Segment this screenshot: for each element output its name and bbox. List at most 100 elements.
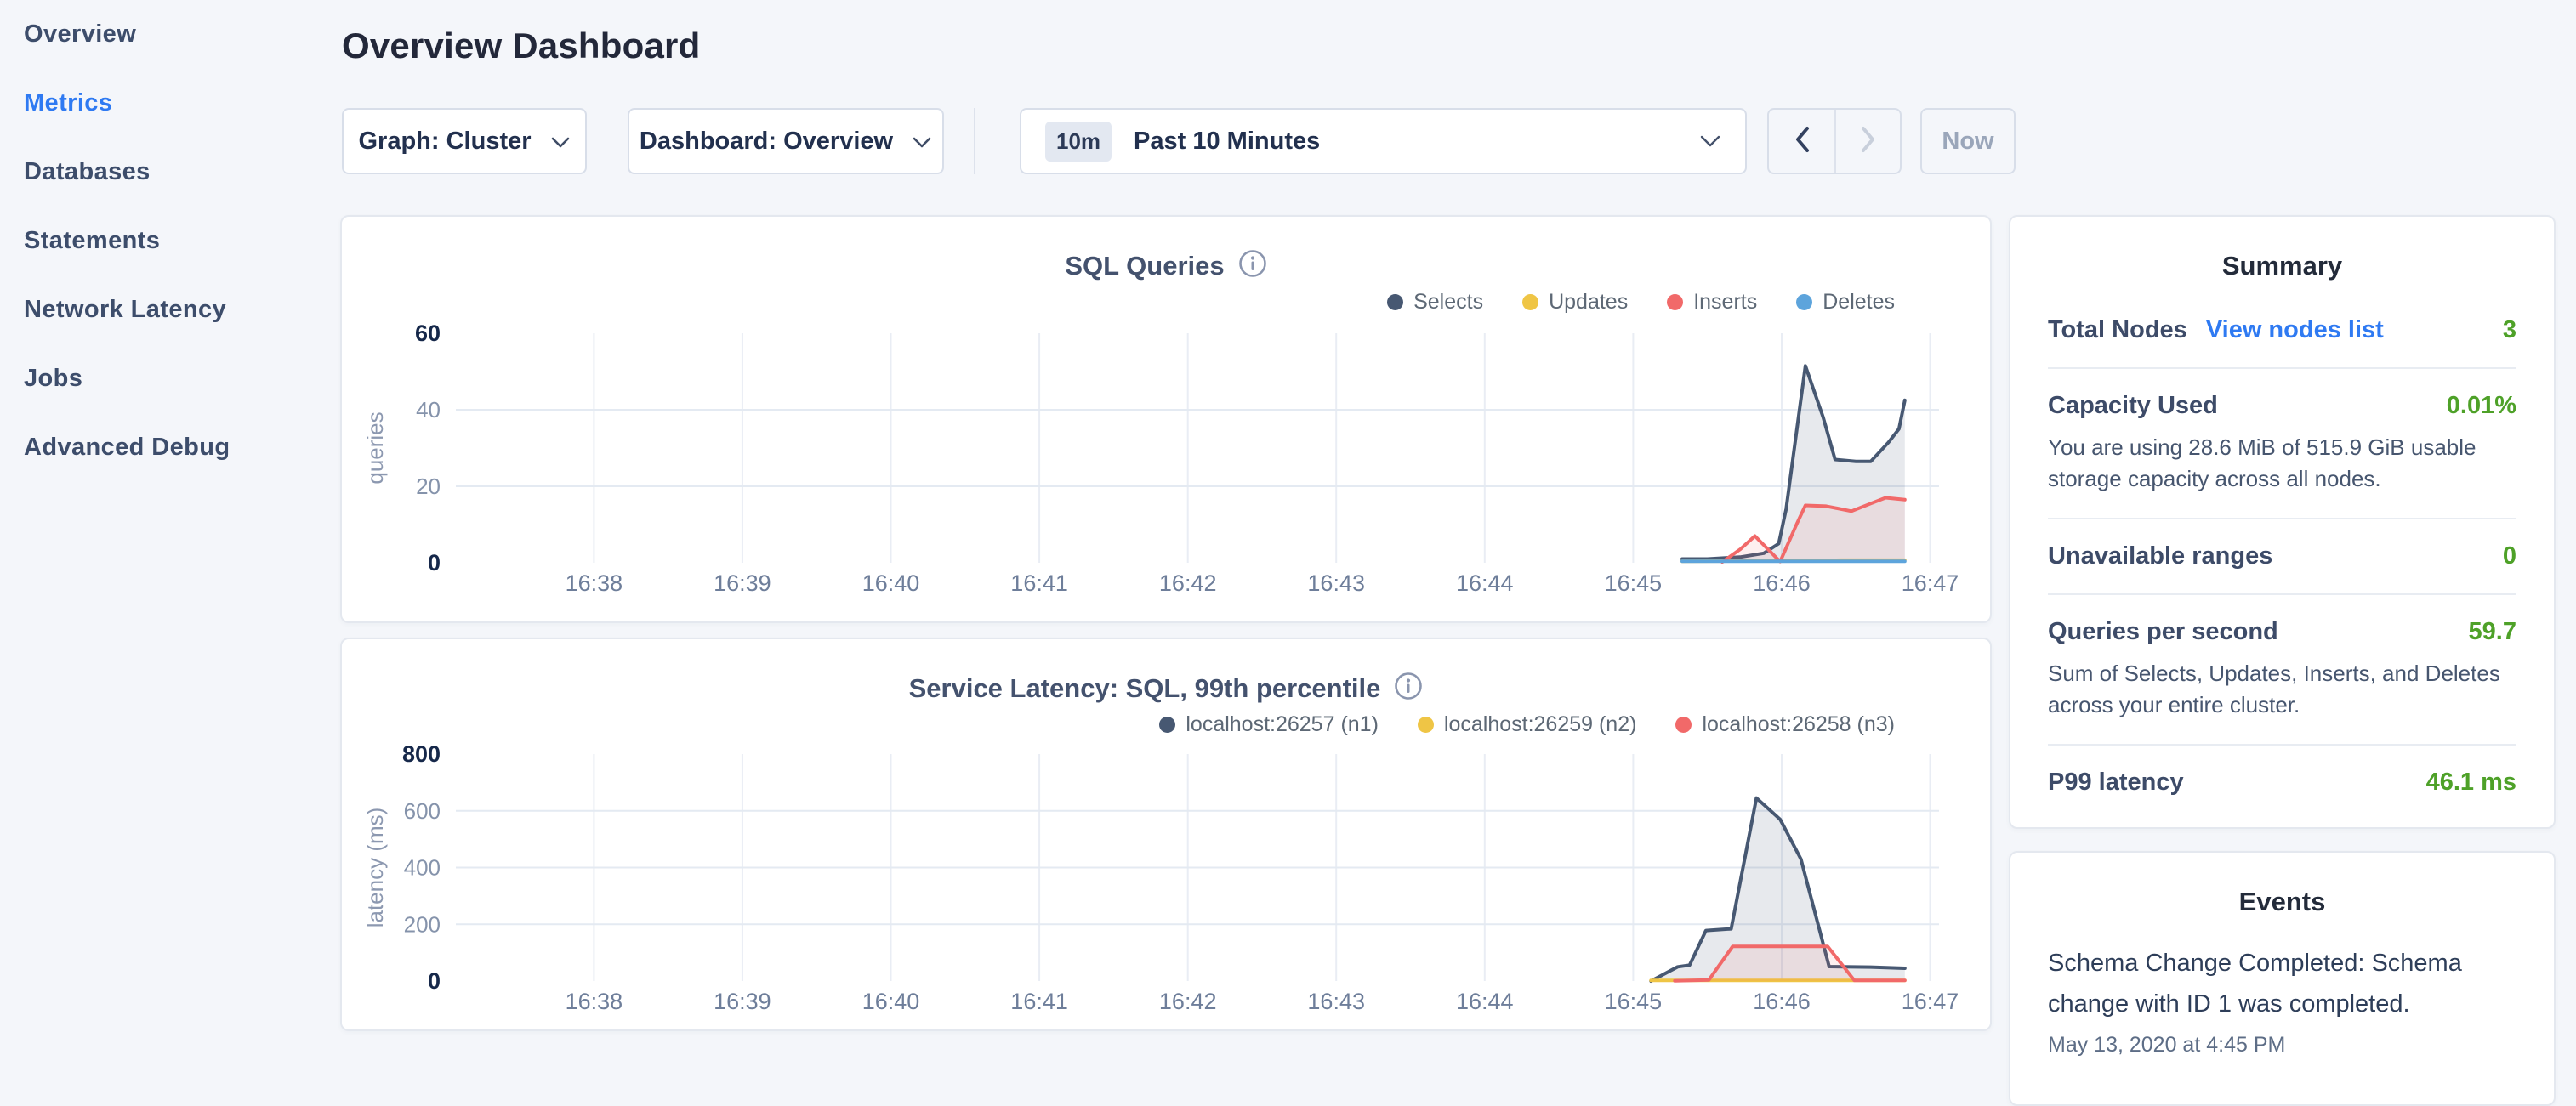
legend-item[interactable]: Updates <box>1522 290 1628 315</box>
time-range-label: Past 10 Minutes <box>1134 128 1320 156</box>
summary-row-label: Capacity Used <box>2048 392 2218 420</box>
grid <box>456 333 1939 563</box>
summary-row-label: Queries per second <box>2048 618 2278 646</box>
legend-item[interactable]: Deletes <box>1796 290 1895 315</box>
series <box>1682 366 1905 563</box>
svg-text:16:47: 16:47 <box>1902 989 1959 1014</box>
info-icon[interactable] <box>1394 672 1423 705</box>
series-area <box>1722 498 1905 564</box>
svg-text:0: 0 <box>428 968 441 994</box>
time-range-badge: 10m <box>1045 122 1112 162</box>
axis-labels: 16:3816:3916:4016:4116:4216:4316:4416:45… <box>362 320 1959 596</box>
time-back-button[interactable] <box>1769 110 1834 173</box>
summary-row-description: You are using 28.6 MiB of 515.9 GiB usab… <box>2048 432 2516 495</box>
sidebar: OverviewMetricsDatabasesStatementsNetwor… <box>0 0 340 1051</box>
time-pager <box>1767 108 1902 174</box>
legend-dot-icon <box>1159 717 1175 733</box>
chevron-down-icon <box>1699 134 1721 148</box>
chart-title: SQL Queries <box>1065 251 1224 281</box>
now-button[interactable]: Now <box>1920 108 2016 174</box>
info-icon[interactable] <box>1238 249 1267 282</box>
summary-row: Queries per second 59.7 Sum of Selects, Up… <box>2048 593 2516 744</box>
svg-text:400: 400 <box>404 855 441 881</box>
event-timestamp: May 13, 2020 at 4:45 PM <box>2048 1033 2516 1058</box>
svg-text:16:39: 16:39 <box>714 570 771 596</box>
svg-text:16:41: 16:41 <box>1010 989 1068 1014</box>
svg-text:16:38: 16:38 <box>566 570 623 596</box>
svg-text:0: 0 <box>428 550 441 576</box>
svg-text:40: 40 <box>416 397 441 423</box>
svg-text:16:38: 16:38 <box>566 989 623 1014</box>
svg-text:queries: queries <box>362 411 388 484</box>
legend-label: Deletes <box>1823 290 1895 315</box>
legend-label: localhost:26259 (n2) <box>1444 712 1637 737</box>
view-nodes-list-link[interactable]: View nodes list <box>2206 316 2384 344</box>
svg-text:16:46: 16:46 <box>1753 989 1811 1014</box>
events-list: Schema Change Completed: Schema change w… <box>2010 943 2554 1058</box>
chart-header: Service Latency: SQL, 99th percentile <box>342 672 1990 705</box>
summary-row: Total Nodes View nodes list 3 <box>2048 293 2516 367</box>
chart-legend: localhost:26257 (n1) localhost:26259 (n2)… <box>1159 712 1895 737</box>
svg-text:20: 20 <box>416 474 441 499</box>
legend-dot-icon <box>1387 294 1403 310</box>
series <box>1651 798 1905 981</box>
svg-text:16:40: 16:40 <box>862 989 920 1014</box>
chart-header: SQL Queries <box>342 249 1990 282</box>
summary-row: P99 latency46.1 ms <box>2048 744 2516 820</box>
summary-row-description: Sum of Selects, Updates, Inserts, and De… <box>2048 658 2516 721</box>
sidebar-item-advanced-debug[interactable]: Advanced Debug <box>0 413 340 482</box>
summary-row-value: 59.7 <box>2469 618 2516 646</box>
sidebar-item-databases[interactable]: Databases <box>0 138 340 207</box>
legend-dot-icon <box>1418 717 1434 733</box>
svg-text:16:45: 16:45 <box>1605 989 1663 1014</box>
svg-text:16:45: 16:45 <box>1605 570 1663 596</box>
svg-text:16:46: 16:46 <box>1753 570 1811 596</box>
svg-text:16:42: 16:42 <box>1159 989 1217 1014</box>
legend-dot-icon <box>1522 294 1538 310</box>
event-message: Schema Change Completed: Schema change w… <box>2048 943 2516 1024</box>
time-range-selector[interactable]: 10m Past 10 Minutes <box>1020 108 1747 174</box>
sidebar-item-jobs[interactable]: Jobs <box>0 344 340 413</box>
dashboard-dropdown-label: Dashboard: Overview <box>640 128 893 156</box>
summary-row-label: P99 latency <box>2048 769 2184 797</box>
service-latency-panel: Service Latency: SQL, 99th percentile lo… <box>340 638 1992 1031</box>
summary-row: Unavailable ranges0 <box>2048 518 2516 593</box>
sidebar-item-network-latency[interactable]: Network Latency <box>0 275 340 344</box>
chevron-down-icon <box>912 128 932 156</box>
graph-dropdown[interactable]: Graph: Cluster <box>342 108 587 174</box>
legend-item[interactable]: localhost:26257 (n1) <box>1159 712 1379 737</box>
sidebar-item-statements[interactable]: Statements <box>0 207 340 275</box>
legend-item[interactable]: localhost:26259 (n2) <box>1418 712 1637 737</box>
chevron-right-icon <box>1859 125 1878 158</box>
events-panel: Events Schema Change Completed: Schema c… <box>2009 851 2556 1106</box>
legend-item[interactable]: Inserts <box>1667 290 1757 315</box>
chart-title: Service Latency: SQL, 99th percentile <box>909 673 1381 704</box>
legend-label: Inserts <box>1693 290 1757 315</box>
controls-bar: Graph: Cluster Dashboard: Overview 10m P… <box>342 108 2016 174</box>
time-forward-button[interactable] <box>1834 110 1900 173</box>
dashboard-dropdown[interactable]: Dashboard: Overview <box>628 108 944 174</box>
svg-text:16:39: 16:39 <box>714 989 771 1014</box>
svg-text:200: 200 <box>404 911 441 937</box>
event-item[interactable]: Schema Change Completed: Schema change w… <box>2048 943 2516 1058</box>
legend-label: localhost:26258 (n3) <box>1702 712 1895 737</box>
legend-dot-icon <box>1796 294 1812 310</box>
summary-row-value: 0 <box>2503 542 2516 570</box>
summary-row-value: 3 <box>2503 316 2516 344</box>
summary-row: Capacity Used0.01%You are using 28.6 MiB… <box>2048 367 2516 518</box>
svg-text:16:44: 16:44 <box>1456 570 1514 596</box>
sql-queries-panel: SQL Queries Selects Updates Inserts Deletes… <box>340 215 1992 623</box>
summary-title: Summary <box>2010 251 2554 281</box>
legend-label: localhost:26257 (n1) <box>1186 712 1379 737</box>
legend-item[interactable]: localhost:26258 (n3) <box>1675 712 1895 737</box>
legend-item[interactable]: Selects <box>1387 290 1483 315</box>
sidebar-item-overview[interactable]: Overview <box>0 0 340 69</box>
chevron-left-icon <box>1793 125 1811 158</box>
legend-label: Updates <box>1549 290 1628 315</box>
legend-label: Selects <box>1413 290 1483 315</box>
chart-legend: Selects Updates Inserts Deletes <box>1387 290 1895 315</box>
svg-text:16:43: 16:43 <box>1307 570 1365 596</box>
svg-text:16:40: 16:40 <box>862 570 920 596</box>
sidebar-item-metrics[interactable]: Metrics <box>0 69 340 138</box>
summary-row-label: Total Nodes <box>2048 316 2187 344</box>
